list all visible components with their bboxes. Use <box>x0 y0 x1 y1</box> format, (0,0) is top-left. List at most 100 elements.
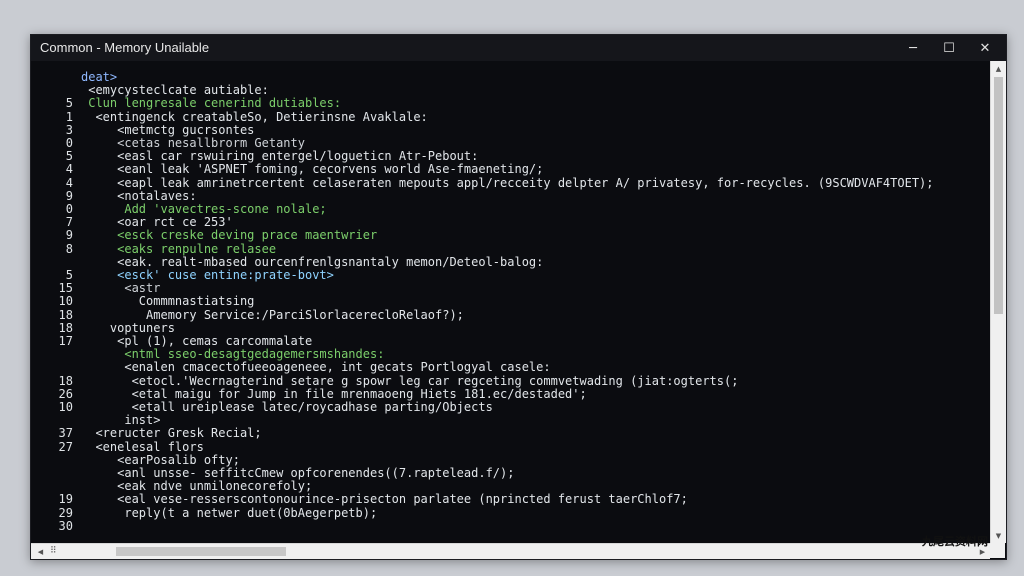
vertical-scroll-thumb[interactable] <box>994 77 1003 314</box>
code-text: <emycysteclcate autiable: <box>81 83 269 98</box>
code-text: deat> <box>81 70 118 84</box>
line-number: 7 <box>65 215 73 230</box>
line-number: 37 <box>58 426 73 441</box>
code-text: <oar rct ce 253' <box>81 215 233 230</box>
line-number: 19 <box>58 492 73 507</box>
code-text: <eapl leak amrinetrcertent celaseraten m… <box>81 175 934 190</box>
code-text: <eanl leak 'ASPNET foming, cecorvens wor… <box>81 162 544 177</box>
line-number: 15 <box>58 281 73 296</box>
code-line[interactable]: <earPosalib ofty; <box>31 452 990 467</box>
line-number: 18 <box>58 373 73 388</box>
code-text: <easl car rswuiring entergel/logueticn A… <box>81 149 479 164</box>
code-line[interactable]: 7 <oar rct ce 253' <box>31 216 990 229</box>
code-line[interactable]: 4 <eanl leak 'ASPNET foming, cecorvens w… <box>31 163 990 176</box>
code-text: <enelesal flors <box>81 439 204 454</box>
line-number: 10 <box>58 294 73 309</box>
code-line[interactable]: deat> <box>31 71 990 84</box>
code-line[interactable]: 30 <box>31 518 990 533</box>
line-number: 4 <box>65 162 73 177</box>
minimize-button[interactable]: ─ <box>895 35 931 61</box>
code-text: <esck creske deving prace maentwrier <box>81 228 378 243</box>
code-line[interactable]: 0 <cetas nesallbrorm Getanty <box>31 137 990 150</box>
code-text: <enalen cmacectofueeoageneee, int gecats… <box>81 360 551 375</box>
code-line[interactable]: <eak. realt-mbased ourcenfrenlgsnantaly … <box>31 254 990 269</box>
code-line[interactable]: 29 reply(t a netwer duet(0bAegerpetb); <box>31 506 990 520</box>
code-text: Amemory Service:/ParciSlorlacerecloRelao… <box>81 307 464 322</box>
line-number: 27 <box>58 439 73 454</box>
line-number: 5 <box>65 149 73 164</box>
code-text: <astr <box>81 281 161 296</box>
line-number: 18 <box>58 307 73 322</box>
code-line[interactable]: 18 Amemory Service:/ParciSlorlacerecloRe… <box>31 307 990 322</box>
code-text: <pl (1), cemas carcommalate <box>81 334 313 348</box>
maximize-button[interactable]: ☐ <box>931 35 967 61</box>
code-line[interactable]: 26 <etal maigu for Jump in file mrenmaoe… <box>31 386 990 401</box>
code-line[interactable]: 15 <astr <box>31 282 990 295</box>
code-line[interactable]: 3 <metmctg gucrsontes <box>31 122 990 137</box>
code-text: voptuners <box>81 320 175 335</box>
code-text: <reructer Gresk Recial; <box>81 426 262 441</box>
title-bar[interactable]: Common - Memory Unailable ─ ☐ ✕ <box>31 35 1006 61</box>
code-line[interactable]: 8 <eaks renpulne relasee <box>31 242 990 256</box>
line-number: 9 <box>65 228 73 243</box>
scroll-up-arrow-icon[interactable]: ▲ <box>991 61 1006 76</box>
code-line[interactable]: 5 Clun lengresale cenerind dutiables: <box>31 97 990 110</box>
line-number: 9 <box>65 188 73 203</box>
code-line[interactable]: 18 voptuners <box>31 320 990 335</box>
code-line[interactable]: 10 Commmnastiatsing <box>31 295 990 308</box>
code-line[interactable]: <eak ndve unmilonecorefoly; <box>31 480 990 493</box>
line-number: 1 <box>65 109 73 124</box>
code-line[interactable]: 4 <eapl leak amrinetrcertent celaseraten… <box>31 175 990 190</box>
line-number: 18 <box>58 320 73 335</box>
code-line[interactable]: 1 <entingenck creatableSo, Detierinsne A… <box>31 109 990 124</box>
code-line[interactable]: 10 <etall ureiplease latec/roycadhase pa… <box>31 401 990 414</box>
scroll-left-arrow-icon[interactable]: ◀ <box>33 544 48 559</box>
code-line[interactable]: <emycysteclcate autiable: <box>31 84 990 97</box>
scrollbar-corner <box>990 543 1005 558</box>
code-line[interactable]: 18 <etocl.'Wecrnagterind setare g spowr … <box>31 373 990 388</box>
horizontal-scrollbar[interactable]: ◀ ⠿ ▶ <box>31 543 990 559</box>
code-line[interactable]: 9 <esck creske deving prace maentwrier <box>31 229 990 242</box>
code-text: <eak ndve unmilonecorefoly; <box>81 479 313 494</box>
scroll-down-arrow-icon[interactable]: ▼ <box>991 528 1006 543</box>
grip-icon: ⠿ <box>50 546 57 556</box>
code-line[interactable]: 27 <enelesal flors <box>31 439 990 454</box>
code-text: <etall ureiplease latec/roycadhase parti… <box>81 400 493 414</box>
code-line[interactable]: <ntml sseo-desagtgedagemersmshandes: <box>31 348 990 361</box>
line-number: 5 <box>65 268 73 282</box>
code-area[interactable]: deat> <emycysteclcate autiable: 5 Clun le… <box>31 61 990 543</box>
code-line[interactable]: inst> <box>31 414 990 427</box>
code-line[interactable]: <anl unsse- seffitcCmew opfcorenendes((7… <box>31 467 990 480</box>
code-line[interactable]: 0 Add 'vavectres-scone nolale; <box>31 203 990 216</box>
code-text: <notalaves: <box>81 188 197 203</box>
line-number: 30 <box>58 518 73 533</box>
terminal-window: Common - Memory Unailable ─ ☐ ✕ deat> <e… <box>30 34 1007 560</box>
code-text: Add 'vavectres-scone nolale; <box>81 202 327 216</box>
horizontal-scroll-thumb[interactable] <box>116 547 286 556</box>
code-text: <anl unsse- seffitcCmew opfcorenendes((7… <box>81 466 515 480</box>
code-line[interactable]: <enalen cmacectofueeoageneee, int gecats… <box>31 361 990 374</box>
code-text: <earPosalib ofty; <box>81 452 240 467</box>
line-number: 5 <box>65 96 73 111</box>
line-number: 10 <box>58 400 73 414</box>
code-text: inst> <box>81 413 161 428</box>
close-button[interactable]: ✕ <box>967 35 1003 61</box>
code-line[interactable]: 19 <eal vese-resserscontonourince-prisec… <box>31 493 990 506</box>
code-line[interactable]: 5 <easl car rswuiring entergel/logueticn… <box>31 150 990 163</box>
code-line[interactable]: 17 <pl (1), cemas carcommalate <box>31 335 990 348</box>
code-text: <etocl.'Wecrnagterind setare g spowr leg… <box>81 373 739 388</box>
line-number: 0 <box>65 202 73 216</box>
code-text: Clun lengresale cenerind dutiables: <box>81 96 342 111</box>
watermark-text: 九尾云资料网 <box>922 535 988 548</box>
code-text: <metmctg gucrsontes <box>81 122 255 137</box>
code-text: <eak. realt-mbased ourcenfrenlgsnantaly … <box>81 254 544 269</box>
code-line[interactable]: 9 <notalaves: <box>31 188 990 203</box>
code-text: <etal maigu for Jump in file mrenmaoeng … <box>81 386 587 401</box>
line-number: 0 <box>65 136 73 150</box>
code-line[interactable]: 37 <reructer Gresk Recial; <box>31 427 990 440</box>
code-line[interactable]: 5 <esck' cuse entine:prate-bovt> <box>31 269 990 282</box>
vertical-scrollbar[interactable]: ▲ ▼ <box>990 61 1006 543</box>
code-text: <entingenck creatableSo, Detierinsne Ava… <box>81 109 428 124</box>
code-text: <esck' cuse entine:prate-bovt> <box>81 268 334 282</box>
line-number: 4 <box>65 175 73 190</box>
